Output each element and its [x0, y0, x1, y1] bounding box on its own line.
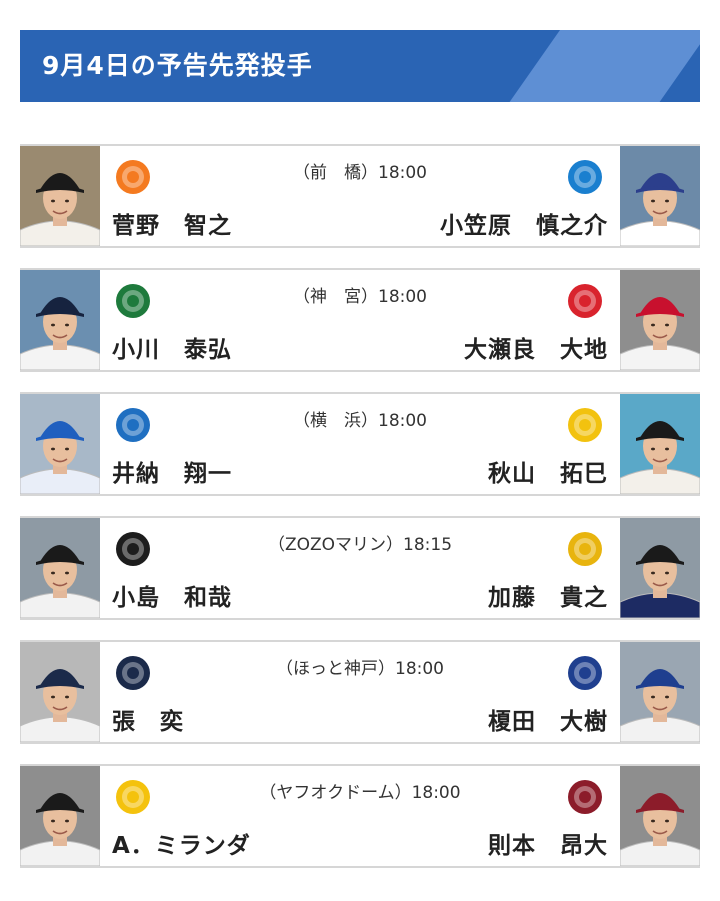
home-pitcher-name[interactable]: 張 奕 — [112, 702, 184, 736]
home-pitcher-name[interactable]: 井納 翔一 — [112, 454, 232, 488]
away-pitcher-name[interactable]: 加藤 貴之 — [488, 578, 608, 612]
eagles-logo-icon — [562, 776, 608, 818]
tigers-logo-icon — [562, 404, 608, 446]
away-pitcher-photo — [620, 394, 700, 494]
carp-logo-icon — [562, 280, 608, 322]
game-card[interactable]: （ほっと神戸）18:00 張 奕榎田 大樹 — [20, 640, 700, 744]
dragons-logo-icon — [562, 156, 608, 198]
game-card[interactable]: （前 橋）18:00 菅野 智之 小笠原 慎之介 — [20, 144, 700, 248]
page-title: 9月4日の予告先発投手 — [42, 51, 313, 80]
game-card[interactable]: （神 宮）18:00 小川 泰弘 大瀬良 大地 — [20, 268, 700, 372]
home-pitcher-name[interactable]: 小川 泰弘 — [112, 330, 232, 364]
lions-logo-icon — [562, 652, 608, 694]
page-header: 9月4日の予告先発投手 — [20, 30, 700, 102]
game-card[interactable]: （ヤフオクドーム）18:00 A．ミランダ 則本 昂大 — [20, 764, 700, 868]
away-pitcher-name[interactable]: 則本 昂大 — [488, 826, 608, 860]
fighters-logo-icon — [562, 528, 608, 570]
away-pitcher-name[interactable]: 秋山 拓巳 — [488, 454, 608, 488]
home-pitcher-name[interactable]: A．ミランダ — [112, 826, 251, 860]
away-pitcher-name[interactable]: 大瀬良 大地 — [464, 330, 608, 364]
home-pitcher-name[interactable]: 小島 和哉 — [112, 578, 232, 612]
home-pitcher-name[interactable]: 菅野 智之 — [112, 206, 232, 240]
away-pitcher-photo — [620, 642, 700, 742]
away-pitcher-photo — [620, 146, 700, 246]
away-pitcher-photo — [620, 518, 700, 618]
game-card[interactable]: （ZOZOマリン）18:15 小島 和哉 加藤 貴之 — [20, 516, 700, 620]
header-stripe — [509, 30, 700, 102]
away-pitcher-photo — [620, 766, 700, 866]
away-pitcher-name[interactable]: 小笠原 慎之介 — [440, 206, 608, 240]
away-pitcher-photo — [620, 270, 700, 370]
game-card[interactable]: （横 浜）18:00 井納 翔一 秋山 拓巳 — [20, 392, 700, 496]
away-pitcher-name[interactable]: 榎田 大樹 — [488, 702, 608, 736]
